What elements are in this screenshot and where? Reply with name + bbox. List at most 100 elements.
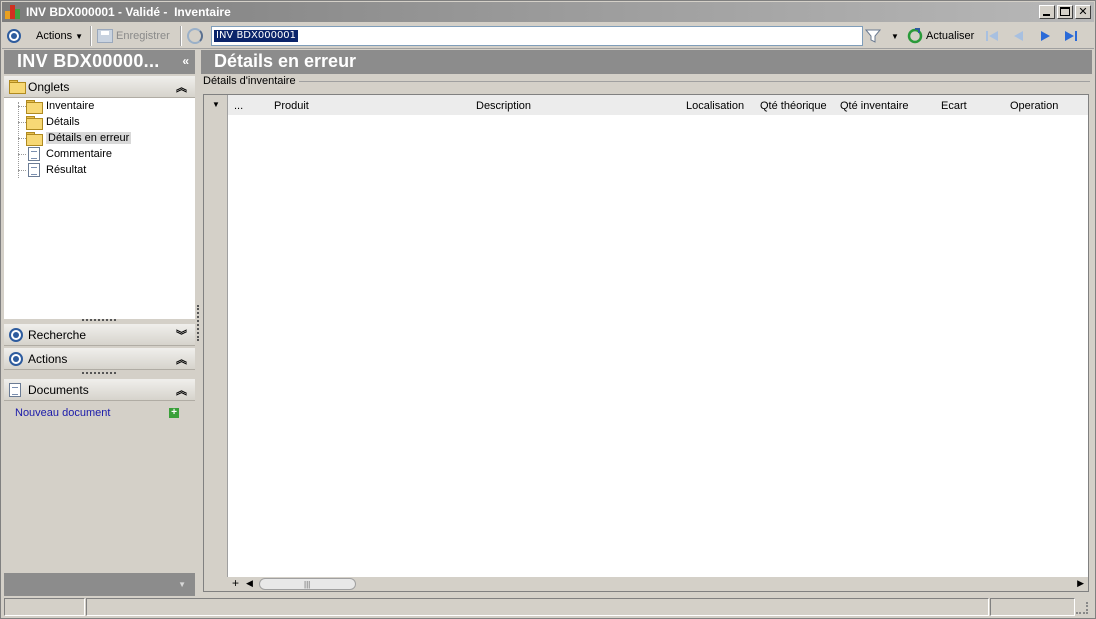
column-header-description[interactable]: Description — [476, 100, 531, 112]
save-label: Enregistrer — [116, 30, 170, 42]
column-header-produit[interactable]: Produit — [274, 100, 309, 112]
tree-connector — [18, 102, 19, 178]
save-disk-icon — [97, 29, 113, 43]
dropdown-arrow-icon: ▼ — [75, 31, 83, 41]
tree-connector — [18, 122, 26, 123]
horizontal-scrollbar-thumb[interactable]: ||| — [259, 578, 356, 590]
filter-icon — [865, 29, 881, 43]
scroll-right-icon[interactable]: ▶ — [1077, 578, 1084, 589]
title-bar[interactable]: INV BDX000001 - Validé - Inventaire ✕ — [2, 2, 1094, 22]
record-search-box[interactable]: INV BDX000001 — [211, 26, 863, 46]
tabs-section-label: Onglets — [28, 80, 70, 94]
column-header-qte-inventaire[interactable]: Qté inventaire — [840, 100, 908, 112]
actions-menu-label: Actions — [36, 30, 73, 42]
add-document-icon[interactable]: + — [169, 408, 179, 418]
filter-dropdown-button[interactable]: ▼ — [891, 27, 899, 45]
save-button[interactable]: Enregistrer — [97, 27, 170, 45]
scroll-grip-icon: ||| — [304, 580, 311, 589]
tab-details-en-erreur[interactable]: Détails en erreur — [26, 130, 132, 146]
toolbar-separator — [180, 26, 182, 46]
details-grid: ▼ ... Produit Description Localisation Q… — [203, 94, 1089, 592]
page-title: Détails en erreur — [214, 51, 357, 71]
record-search-value: INV BDX000001 — [214, 30, 299, 42]
folder-icon — [26, 100, 43, 114]
left-panel-footer: ▼ — [4, 573, 195, 596]
resize-corner-icon[interactable] — [1076, 602, 1088, 614]
document-icon — [28, 147, 40, 161]
tree-connector — [18, 138, 26, 139]
filter-button[interactable] — [865, 27, 881, 45]
collapse-panel-icon[interactable]: « — [182, 54, 189, 68]
next-record-icon[interactable] — [1037, 28, 1053, 44]
documents-section-label: Documents — [28, 383, 89, 397]
expand-chevron-icon[interactable]: ︾ — [176, 327, 187, 343]
resize-grip[interactable] — [82, 319, 116, 323]
column-header-qte-theorique[interactable]: Qté théorique — [760, 100, 827, 112]
tree-connector — [18, 170, 26, 171]
panel-splitter[interactable] — [197, 305, 199, 341]
lookup-icon — [187, 28, 203, 44]
refresh-button[interactable]: Actualiser — [907, 27, 974, 45]
actions-section-header[interactable]: Actions ︽ — [4, 348, 195, 370]
actions-menu-button[interactable]: Actions ▼ — [36, 27, 83, 45]
record-header-title: INV BDX00000... — [17, 51, 160, 71]
grid-header: ... Produit Description Localisation Qté… — [228, 95, 1088, 115]
minimize-button[interactable] — [1039, 5, 1055, 19]
group-divider — [299, 81, 1090, 82]
previous-record-icon[interactable] — [1011, 28, 1027, 44]
document-icon — [9, 383, 21, 397]
column-header-localisation[interactable]: Localisation — [686, 100, 744, 112]
search-circle-icon — [9, 328, 23, 342]
search-section-label: Recherche — [28, 328, 87, 342]
nav-menu-button[interactable] — [7, 27, 21, 45]
tab-label: Résultat — [46, 164, 87, 176]
document-icon — [28, 163, 40, 177]
documents-section-header[interactable]: Documents ︽ — [4, 379, 195, 401]
record-header: INV BDX00000... « — [4, 50, 195, 74]
collapse-chevron-icon[interactable]: ︽ — [176, 351, 187, 367]
tab-label: Détails — [46, 116, 80, 128]
column-header-operation[interactable]: Operation — [1010, 100, 1058, 112]
tree-connector — [18, 154, 26, 155]
toolbar-separator — [90, 26, 92, 46]
column-header-ecart[interactable]: Ecart — [941, 100, 967, 112]
collapse-chevron-icon[interactable]: ︽ — [176, 79, 187, 95]
tab-details[interactable]: Détails — [26, 114, 80, 130]
grid-menu-dropdown-icon[interactable]: ▼ — [212, 100, 220, 109]
tab-label: Inventaire — [46, 100, 95, 112]
column-header-more[interactable]: ... — [234, 100, 243, 112]
record-search-input[interactable] — [212, 27, 862, 45]
status-cell — [990, 598, 1075, 616]
folder-icon — [9, 80, 26, 94]
first-record-icon[interactable] — [984, 28, 1000, 44]
new-document-link[interactable]: Nouveau document — [15, 407, 110, 419]
window-title: INV BDX000001 - Validé - Inventaire — [26, 5, 231, 19]
scroll-left-icon[interactable]: ◀ — [246, 578, 253, 589]
left-panel: INV BDX00000... « Onglets ︽ Inventaire D… — [4, 50, 195, 596]
search-section-header[interactable]: Recherche ︾ — [4, 324, 195, 346]
grid-row-header: ▼ — [204, 95, 228, 591]
maximize-button[interactable] — [1057, 5, 1073, 19]
close-icon: ✕ — [1078, 6, 1088, 18]
actions-circle-icon — [9, 352, 23, 366]
tab-commentaire[interactable]: Commentaire — [26, 146, 112, 162]
tab-inventaire[interactable]: Inventaire — [26, 98, 94, 114]
tab-resultat[interactable]: Résultat — [26, 162, 86, 178]
collapse-chevron-icon[interactable]: ︽ — [176, 382, 187, 398]
window-controls: ✕ — [1039, 5, 1091, 19]
grid-footer: + ◀ ||| ▶ — [204, 576, 1088, 591]
add-row-icon[interactable]: + — [232, 576, 239, 590]
app-logo-icon — [5, 5, 21, 19]
last-record-icon[interactable] — [1063, 28, 1079, 44]
minimize-icon — [1043, 14, 1050, 16]
close-button[interactable]: ✕ — [1075, 5, 1091, 19]
status-cell — [86, 598, 989, 616]
search-lookup-button[interactable] — [187, 27, 203, 45]
maximize-icon — [1060, 7, 1070, 16]
documents-body: Nouveau document + — [4, 402, 195, 573]
resize-grip[interactable] — [82, 372, 116, 376]
tabs-section-header[interactable]: Onglets ︽ — [4, 76, 195, 98]
tree-connector — [18, 106, 26, 107]
footer-dropdown-icon[interactable]: ▼ — [178, 580, 186, 589]
group-label: Détails d'inventaire — [203, 75, 296, 87]
